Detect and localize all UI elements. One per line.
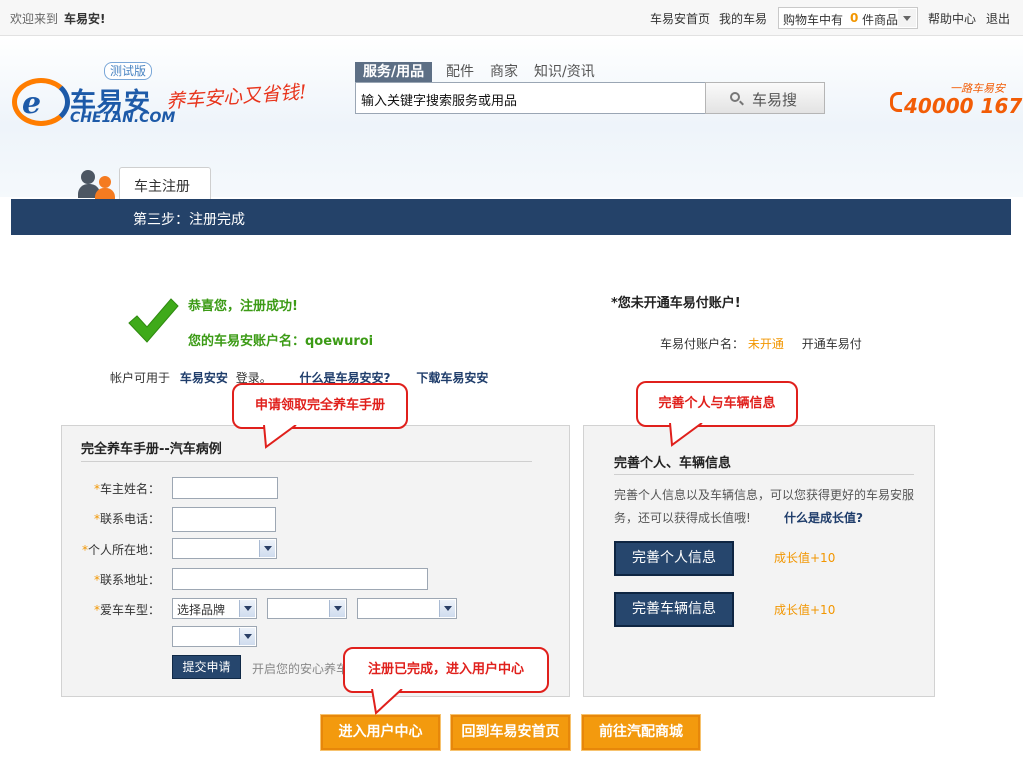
logo-e-letter: e <box>22 86 42 121</box>
user-center-button[interactable]: 进入用户中心 <box>320 714 441 751</box>
year-select[interactable] <box>172 626 257 647</box>
chevron-down-icon[interactable] <box>898 9 916 27</box>
user-icon-secondary <box>99 176 111 188</box>
parts-mall-button[interactable]: 前往汽配商城 <box>581 714 701 751</box>
tab-owner-register[interactable]: 车主注册 <box>119 167 211 199</box>
site-link[interactable]: 车易安! <box>64 10 105 27</box>
help-link[interactable]: 帮助中心 <box>928 10 976 27</box>
callout-tail <box>263 425 297 449</box>
checkmark-icon <box>128 298 179 343</box>
profile-panel-title: 完善个人、车辆信息 <box>614 456 732 471</box>
owner-name-label: *车主姓名： <box>94 482 161 496</box>
tab-parts[interactable]: 配件 <box>446 62 474 82</box>
pay-status: 未开通 <box>747 337 784 351</box>
phone-label: *联系电话： <box>94 512 161 526</box>
callout-manual: 申请领取完全养车手册 <box>232 383 408 429</box>
callout-tail <box>371 689 403 715</box>
phone-icon <box>890 92 902 112</box>
pay-label: 车易付账户名： <box>660 337 745 351</box>
user-icon-secondary-body <box>95 188 115 199</box>
complete-personal-button[interactable]: 完善个人信息 <box>614 541 734 576</box>
callout-tail <box>669 423 703 447</box>
welcome-text: 欢迎来到 <box>10 12 59 26</box>
cart-suffix: 件商品 <box>862 13 899 27</box>
logout-link[interactable]: 退出 <box>986 10 1010 27</box>
brand-select[interactable]: 选择品牌 <box>172 598 257 619</box>
search-icon <box>730 92 740 102</box>
search-button-label: 车易搜 <box>752 91 798 109</box>
profile-desc-2: 务，还可以获得成长值哦! <box>614 511 751 525</box>
beta-badge: 测试版 <box>104 62 153 80</box>
hotline-number: 40000 16712 <box>904 94 1023 118</box>
cart-prefix: 购物车中有 <box>783 13 844 27</box>
home-link[interactable]: 车易安首页 <box>650 10 710 27</box>
divider <box>81 461 532 462</box>
account-name-line: 您的车易安账户名：qoewuroi <box>188 334 374 349</box>
owner-name-input[interactable] <box>172 477 278 499</box>
top-bar: 欢迎来到 车易安! 车易安首页 我的车易 购物车中有 0 件商品 帮助中心 退出 <box>0 0 1023 36</box>
success-title: 恭喜您，注册成功! <box>188 299 298 314</box>
chevron-down-icon <box>439 600 455 617</box>
search-button[interactable]: 车易搜 <box>705 82 825 114</box>
submit-hint: 开启您的安心养车 <box>252 662 349 676</box>
tab-services[interactable]: 服务/用品 <box>355 62 433 82</box>
tab-knowledge[interactable]: 知识/资讯 <box>534 62 595 82</box>
pay-title: *您未开通车易付账户! <box>611 296 741 311</box>
usage-brand: 车易安安 <box>179 371 228 385</box>
usage-text: 帐户可用于 <box>110 371 171 385</box>
callout-done: 注册已完成，进入用户中心 <box>343 647 549 693</box>
divider <box>614 474 914 475</box>
my-account-link[interactable]: 我的车易 <box>719 10 767 27</box>
complete-vehicle-button[interactable]: 完善车辆信息 <box>614 592 734 627</box>
series-select[interactable] <box>267 598 347 619</box>
pay-row: 车易付账户名： 未开通 开通车易付 <box>660 335 862 352</box>
manual-panel-title: 完全养车手册--汽车病例 <box>81 442 222 457</box>
location-label: *个人所在地： <box>82 543 161 557</box>
cart-count: 0 <box>850 11 859 25</box>
chevron-down-icon <box>239 600 255 617</box>
car-model-label: *爱车车型： <box>94 603 161 617</box>
model-select[interactable] <box>357 598 457 619</box>
callout-profile: 完善个人与车辆信息 <box>636 381 798 427</box>
download-link[interactable]: 下载车易安安 <box>416 371 488 385</box>
growth-personal: 成长值+10 <box>774 551 836 565</box>
growth-value-link[interactable]: 什么是成长值? <box>784 509 863 526</box>
chevron-down-icon <box>259 540 275 557</box>
address-label: *联系地址： <box>94 573 161 587</box>
location-select[interactable] <box>172 538 277 559</box>
tab-merchants[interactable]: 商家 <box>490 62 518 82</box>
chevron-down-icon <box>239 628 255 645</box>
submit-button[interactable]: 提交申请 <box>172 655 241 679</box>
search-input[interactable]: 输入关键字搜索服务或用品 <box>355 82 706 114</box>
cart-dropdown[interactable]: 购物车中有 0 件商品 <box>778 7 918 29</box>
chevron-down-icon <box>329 600 345 617</box>
step-bar: 第三步：注册完成 <box>11 199 1011 235</box>
open-pay-link[interactable]: 开通车易付 <box>802 337 862 351</box>
profile-desc-1: 完善个人信息以及车辆信息，可以您获得更好的车易安服 <box>614 488 915 502</box>
phone-input[interactable] <box>172 507 276 532</box>
logo-domain: CHE1AN.COM <box>70 110 176 126</box>
user-icon <box>81 170 95 184</box>
growth-vehicle: 成长值+10 <box>774 603 836 617</box>
home-button[interactable]: 回到车易安首页 <box>450 714 571 751</box>
address-input[interactable] <box>172 568 428 590</box>
brand-select-value: 选择品牌 <box>177 603 226 617</box>
